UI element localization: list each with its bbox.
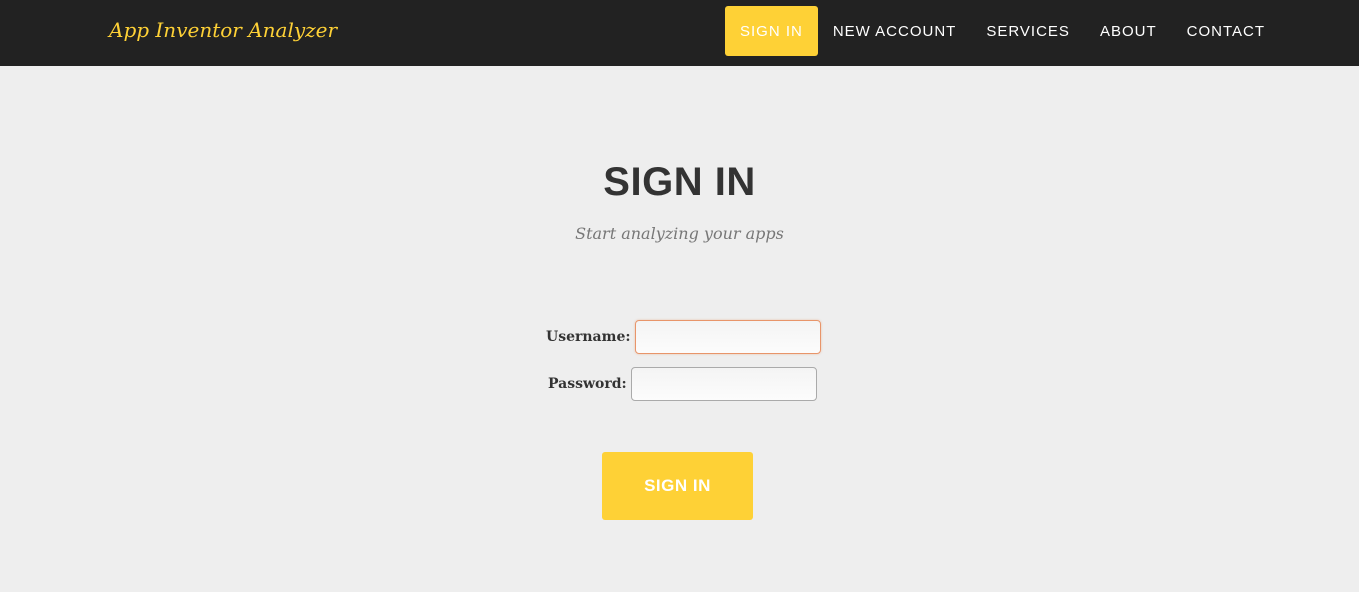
top-navbar: App Inventor Analyzer SIGN IN NEW ACCOUN…	[0, 0, 1359, 66]
nav-item-about[interactable]: ABOUT	[1085, 6, 1172, 56]
nav-item-contact[interactable]: CONTACT	[1172, 6, 1280, 56]
username-input[interactable]	[634, 320, 821, 354]
nav-item-new-account[interactable]: NEW ACCOUNT	[818, 6, 972, 56]
nav-item-sign-in[interactable]: SIGN IN	[725, 6, 818, 56]
sign-in-button[interactable]: SIGN IN	[602, 452, 753, 520]
username-row: Username:	[546, 320, 821, 354]
page-title: SIGN IN	[603, 160, 756, 204]
nav-item-services[interactable]: SERVICES	[971, 6, 1085, 56]
nav-menu: SIGN IN NEW ACCOUNT SERVICES ABOUT CONTA…	[725, 6, 1280, 56]
page-subtitle: Start analyzing your apps	[575, 224, 784, 243]
password-row: Password:	[548, 367, 817, 401]
password-input[interactable]	[630, 367, 817, 401]
brand-logo[interactable]: App Inventor Analyzer	[109, 18, 337, 42]
password-label: Password:	[548, 376, 627, 392]
username-label: Username:	[546, 329, 631, 345]
